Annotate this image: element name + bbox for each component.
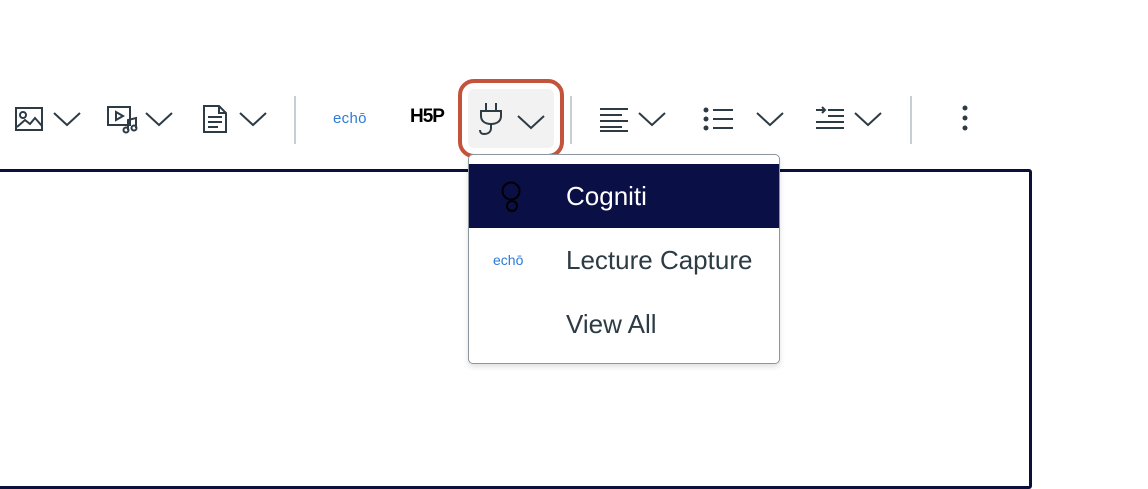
document-icon xyxy=(202,104,228,134)
align-button[interactable] xyxy=(599,96,667,142)
bullet-list-button[interactable] xyxy=(703,96,785,142)
align-left-icon xyxy=(599,106,629,132)
menu-item-cogniti[interactable]: Cogniti xyxy=(469,164,779,228)
h5p-button[interactable]: H5P xyxy=(410,106,445,128)
chevron-down-icon xyxy=(637,110,667,128)
menu-item-view-all[interactable]: View All xyxy=(469,292,779,356)
plug-icon xyxy=(478,101,506,142)
echo-icon: echō xyxy=(493,252,524,268)
chevron-down-icon xyxy=(755,110,785,128)
menu-item-lecture-capture[interactable]: echō Lecture Capture xyxy=(469,228,779,292)
editor-toolbar: echō H5P xyxy=(0,0,1148,170)
cogniti-icon xyxy=(499,180,523,219)
toolbar-divider xyxy=(570,96,572,144)
apps-button[interactable] xyxy=(458,79,564,158)
more-vertical-icon xyxy=(958,104,972,134)
indent-button[interactable] xyxy=(815,96,883,142)
image-button[interactable] xyxy=(14,96,82,142)
menu-item-label: Cogniti xyxy=(566,180,647,211)
toolbar-divider xyxy=(294,96,296,144)
chevron-down-icon xyxy=(52,110,82,128)
media-button[interactable] xyxy=(106,96,174,142)
chevron-down-icon xyxy=(144,110,174,128)
document-button[interactable] xyxy=(202,96,268,142)
more-button[interactable] xyxy=(958,96,972,142)
echo-button[interactable]: echō xyxy=(333,110,367,127)
toolbar-divider xyxy=(910,96,912,144)
apps-dropdown-menu: Cogniti echō Lecture Capture View All xyxy=(468,154,780,364)
chevron-down-icon xyxy=(853,110,883,128)
indent-icon xyxy=(815,106,845,132)
image-icon xyxy=(14,105,44,133)
media-icon xyxy=(106,104,138,134)
bullet-list-icon xyxy=(703,106,735,132)
menu-item-label: Lecture Capture xyxy=(566,244,753,275)
chevron-down-icon xyxy=(238,110,268,128)
chevron-down-icon xyxy=(516,113,546,136)
menu-item-label: View All xyxy=(566,308,657,339)
